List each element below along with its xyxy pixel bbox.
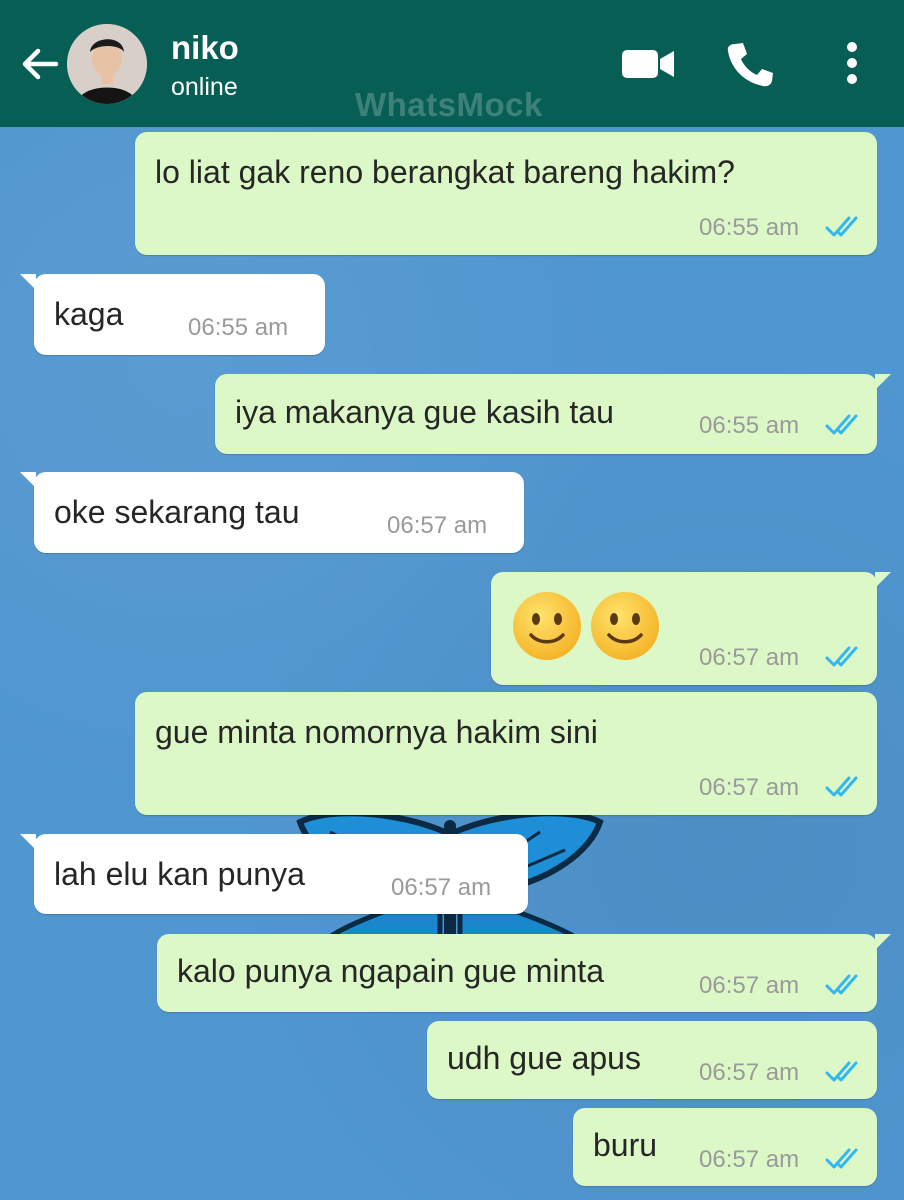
message-bubble-incoming[interactable]: kaga 06:55 am bbox=[20, 274, 325, 355]
back-arrow-icon[interactable] bbox=[16, 40, 64, 88]
message-text: lo liat gak reno berangkat bareng hakim? bbox=[155, 154, 735, 190]
contact-name[interactable]: niko bbox=[171, 28, 239, 68]
message-bubble-outgoing[interactable]: gue minta nomornya hakim sini 06:57 am bbox=[135, 692, 877, 815]
message-text: gue minta nomornya hakim sini bbox=[155, 714, 598, 750]
message-text: lah elu kan punya bbox=[54, 856, 305, 892]
double-check-read-icon bbox=[825, 974, 858, 995]
more-vert-icon[interactable] bbox=[825, 38, 879, 90]
message-time: 06:57 am bbox=[387, 512, 488, 539]
slightly-smiling-face-emoji bbox=[513, 592, 581, 660]
message-time: 06:55 am bbox=[699, 412, 800, 439]
double-check-read-icon bbox=[825, 414, 858, 435]
message-text: kaga bbox=[54, 296, 124, 332]
message-bubble-outgoing[interactable]: kalo punya ngapain gue minta 06:57 am bbox=[157, 934, 891, 1012]
message-bubble-outgoing[interactable]: 06:57 am bbox=[491, 572, 891, 685]
message-text: udh gue apus bbox=[447, 1040, 641, 1076]
message-bubble-outgoing[interactable]: lo liat gak reno berangkat bareng hakim?… bbox=[135, 132, 877, 255]
message-time: 06:57 am bbox=[391, 874, 492, 901]
double-check-read-icon bbox=[825, 646, 858, 667]
message-time: 06:55 am bbox=[188, 314, 289, 341]
double-check-read-icon bbox=[825, 1061, 858, 1082]
message-text: oke sekarang tau bbox=[54, 494, 300, 530]
video-call-icon[interactable] bbox=[620, 38, 676, 90]
message-bubble-incoming[interactable]: oke sekarang tau 06:57 am bbox=[20, 472, 524, 553]
message-time: 06:57 am bbox=[699, 644, 800, 671]
message-bubble-outgoing[interactable]: buru 06:57 am bbox=[573, 1108, 877, 1186]
message-time: 06:55 am bbox=[699, 214, 800, 241]
phone-call-icon[interactable] bbox=[722, 38, 778, 90]
message-text: iya makanya gue kasih tau bbox=[235, 394, 614, 430]
double-check-read-icon bbox=[825, 216, 858, 237]
profile-photo-image bbox=[67, 24, 147, 104]
message-text: buru bbox=[593, 1127, 658, 1163]
message-bubble-incoming[interactable]: lah elu kan punya 06:57 am bbox=[20, 834, 528, 914]
message-bubble-outgoing[interactable]: udh gue apus 06:57 am bbox=[427, 1021, 877, 1099]
watermark: WhatsMock bbox=[355, 86, 543, 123]
avatar[interactable] bbox=[67, 24, 147, 104]
message-time: 06:57 am bbox=[699, 972, 800, 999]
double-check-read-icon bbox=[825, 776, 858, 797]
message-time: 06:57 am bbox=[699, 774, 800, 801]
chat-header: niko online WhatsMock bbox=[0, 0, 904, 127]
message-bubble-outgoing[interactable]: iya makanya gue kasih tau 06:55 am bbox=[215, 374, 891, 454]
slightly-smiling-face-emoji bbox=[591, 592, 659, 660]
message-time: 06:57 am bbox=[699, 1146, 800, 1173]
double-check-read-icon bbox=[825, 1148, 858, 1169]
message-text: kalo punya ngapain gue minta bbox=[177, 953, 604, 989]
contact-status: online bbox=[171, 73, 238, 101]
message-time: 06:57 am bbox=[699, 1059, 800, 1086]
